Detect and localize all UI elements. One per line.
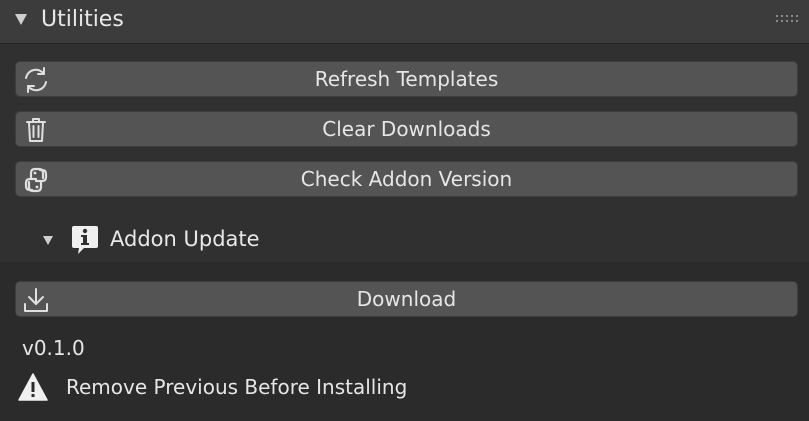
warning-icon (18, 373, 48, 401)
version-text: v0.1.0 (22, 336, 85, 360)
clear-downloads-button[interactable]: Clear Downloads (15, 111, 798, 147)
clear-downloads-label: Clear Downloads (322, 117, 491, 141)
refresh-templates-label: Refresh Templates (314, 67, 499, 91)
download-button[interactable]: Download (15, 281, 798, 317)
addon-update-title: Addon Update (110, 227, 260, 251)
refresh-templates-button[interactable]: Refresh Templates (15, 61, 798, 97)
warning-text: Remove Previous Before Installing (66, 375, 408, 399)
utilities-panel-header[interactable]: Utilities (0, 0, 809, 44)
panel-title: Utilities (41, 7, 124, 32)
triangle-down-icon[interactable] (42, 234, 54, 246)
check-addon-version-button[interactable]: Check Addon Version (15, 161, 798, 197)
triangle-down-icon[interactable] (14, 12, 28, 26)
info-icon (72, 226, 98, 254)
grip-dots-icon[interactable] (775, 14, 799, 24)
check-addon-version-label: Check Addon Version (300, 167, 513, 191)
download-label: Download (356, 287, 457, 311)
